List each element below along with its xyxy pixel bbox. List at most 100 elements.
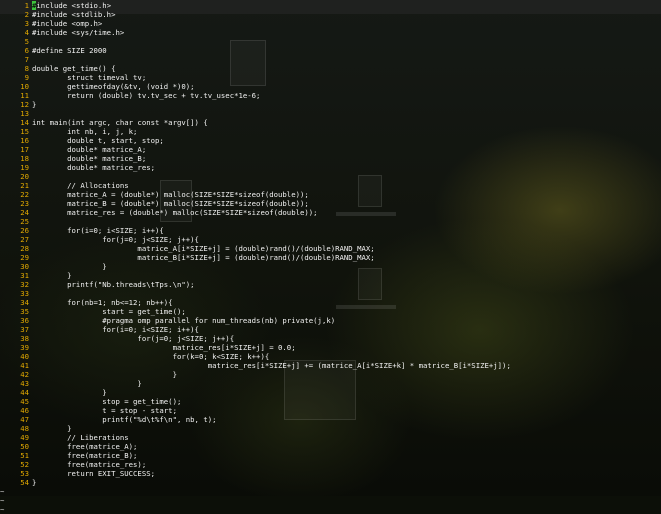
code-line[interactable]: 49 // Liberations bbox=[0, 433, 661, 442]
code-text[interactable]: return (double) tv.tv_sec + tv.tv_usec*1… bbox=[32, 91, 260, 100]
code-text[interactable]: #include <sys/time.h> bbox=[32, 28, 124, 37]
code-line[interactable]: 38 for(j=0; j<SIZE; j++){ bbox=[0, 334, 661, 343]
code-line[interactable]: 51 free(matrice_B); bbox=[0, 451, 661, 460]
code-text[interactable]: for(i=0; i<SIZE; i++){ bbox=[32, 226, 164, 235]
code-line[interactable]: 45 stop = get_time(); bbox=[0, 397, 661, 406]
code-text[interactable]: } bbox=[32, 262, 106, 271]
code-line[interactable]: 13 bbox=[0, 109, 661, 118]
code-text[interactable]: matrice_A[i*SIZE+j] = (double)rand()/(do… bbox=[32, 244, 374, 253]
code-line[interactable]: 31 } bbox=[0, 271, 661, 280]
code-line[interactable]: 53 return EXIT_SUCCESS; bbox=[0, 469, 661, 478]
code-line[interactable]: 27 for(j=0; j<SIZE; j++){ bbox=[0, 235, 661, 244]
code-line[interactable]: 3 #include <omp.h> bbox=[0, 19, 661, 28]
code-line[interactable]: 9 struct timeval tv; bbox=[0, 73, 661, 82]
code-line[interactable]: 40 for(k=0; k<SIZE; k++){ bbox=[0, 352, 661, 361]
code-text[interactable]: matrice_B[i*SIZE+j] = (double)rand()/(do… bbox=[32, 253, 374, 262]
code-text[interactable]: double* matrice_B; bbox=[32, 154, 146, 163]
code-text[interactable]: for(i=0; i<SIZE; i++){ bbox=[32, 325, 199, 334]
code-line[interactable]: 6 #define SIZE 2000 bbox=[0, 46, 661, 55]
code-line[interactable]: 29 matrice_B[i*SIZE+j] = (double)rand()/… bbox=[0, 253, 661, 262]
code-line[interactable]: 54} bbox=[0, 478, 661, 487]
code-text[interactable]: } bbox=[32, 370, 177, 379]
code-line[interactable]: 34 for(nb=1; nb<=12; nb++){ bbox=[0, 298, 661, 307]
code-line[interactable]: 23 matrice_B = (double*) malloc(SIZE*SIZ… bbox=[0, 199, 661, 208]
code-line[interactable]: 10 gettimeofday(&tv, (void *)0); bbox=[0, 82, 661, 91]
code-line[interactable]: 21 // Allocations bbox=[0, 181, 661, 190]
code-line[interactable]: 14 int main(int argc, char const *argv[])… bbox=[0, 118, 661, 127]
code-line[interactable]: 37 for(i=0; i<SIZE; i++){ bbox=[0, 325, 661, 334]
code-text[interactable]: // Liberations bbox=[32, 433, 129, 442]
code-line[interactable]: 47 printf("%d\t%f\n", nb, t); bbox=[0, 415, 661, 424]
code-text[interactable]: return EXIT_SUCCESS; bbox=[32, 469, 155, 478]
code-text[interactable]: int main(int argc, char const *argv[]) { bbox=[32, 118, 208, 127]
code-text[interactable]: printf("%d\t%f\n", nb, t); bbox=[32, 415, 216, 424]
code-text[interactable]: printf("Nb.threads\tTps.\n"); bbox=[32, 280, 194, 289]
code-line[interactable]: 8 double get_time() { bbox=[0, 64, 661, 73]
code-text[interactable]: double t, start, stop; bbox=[32, 136, 164, 145]
code-line[interactable]: 5 bbox=[0, 37, 661, 46]
code-line[interactable]: 44 } bbox=[0, 388, 661, 397]
vim-terminal-editor[interactable]: 1 #include <stdio.h> 2 #include <stdlib.h> 3… bbox=[0, 1, 661, 514]
code-text[interactable]: int nb, i, j, k; bbox=[32, 127, 137, 136]
code-line[interactable]: 7 bbox=[0, 55, 661, 64]
code-text[interactable]: stop = get_time(); bbox=[32, 397, 181, 406]
code-text[interactable]: matrice_B = (double*) malloc(SIZE*SIZE*s… bbox=[32, 199, 309, 208]
code-text[interactable]: for(nb=1; nb<=12; nb++){ bbox=[32, 298, 172, 307]
code-line[interactable]: 28 matrice_A[i*SIZE+j] = (double)rand()/… bbox=[0, 244, 661, 253]
code-line[interactable]: 12} bbox=[0, 100, 661, 109]
code-text[interactable]: } bbox=[32, 388, 106, 397]
code-text[interactable]: double* matrice_A; bbox=[32, 145, 146, 154]
code-text[interactable]: #include <stdlib.h> bbox=[32, 10, 115, 19]
code-line[interactable]: 39 matrice_res[i*SIZE+j] = 0.0; bbox=[0, 343, 661, 352]
code-line[interactable]: 50 free(matrice_A); bbox=[0, 442, 661, 451]
code-line[interactable]: 35 start = get_time(); bbox=[0, 307, 661, 316]
code-text[interactable]: #include <stdio.h> bbox=[32, 1, 111, 10]
code-line[interactable]: 4 #include <sys/time.h> bbox=[0, 28, 661, 37]
code-line[interactable]: 17 double* matrice_A; bbox=[0, 145, 661, 154]
code-text[interactable]: } bbox=[32, 478, 36, 487]
code-line[interactable]: 33 bbox=[0, 289, 661, 298]
code-text[interactable]: #include <omp.h> bbox=[32, 19, 102, 28]
code-text[interactable]: for(k=0; k<SIZE; k++){ bbox=[32, 352, 270, 361]
code-text[interactable]: #define SIZE 2000 bbox=[32, 46, 107, 55]
code-line[interactable]: 15 int nb, i, j, k; bbox=[0, 127, 661, 136]
code-text[interactable]: matrice_A = (double*) malloc(SIZE*SIZE*s… bbox=[32, 190, 309, 199]
code-text[interactable]: gettimeofday(&tv, (void *)0); bbox=[32, 82, 194, 91]
code-text[interactable]: for(j=0; j<SIZE; j++){ bbox=[32, 235, 199, 244]
code-line[interactable]: 19 double* matrice_res; bbox=[0, 163, 661, 172]
code-line[interactable]: 30 } bbox=[0, 262, 661, 271]
code-text[interactable]: double* matrice_res; bbox=[32, 163, 155, 172]
code-line[interactable]: 42 } bbox=[0, 370, 661, 379]
code-text[interactable]: matrice_res[i*SIZE+j] += (matrice_A[i*SI… bbox=[32, 361, 511, 370]
code-text[interactable]: start = get_time(); bbox=[32, 307, 185, 316]
code-text[interactable]: free(matrice_res); bbox=[32, 460, 146, 469]
code-line[interactable]: 2 #include <stdlib.h> bbox=[0, 10, 661, 19]
code-line[interactable]: 52 free(matrice_res); bbox=[0, 460, 661, 469]
code-text[interactable]: } bbox=[32, 100, 36, 109]
code-text[interactable]: matrice_res[i*SIZE+j] = 0.0; bbox=[32, 343, 296, 352]
code-line[interactable]: 22 matrice_A = (double*) malloc(SIZE*SIZ… bbox=[0, 190, 661, 199]
code-text[interactable]: } bbox=[32, 271, 71, 280]
code-line[interactable]: 46 t = stop - start; bbox=[0, 406, 661, 415]
code-text[interactable]: t = stop - start; bbox=[32, 406, 177, 415]
code-text[interactable]: // Allocations bbox=[32, 181, 129, 190]
code-line[interactable]: 48 } bbox=[0, 424, 661, 433]
code-line[interactable]: 11 return (double) tv.tv_sec + tv.tv_use… bbox=[0, 91, 661, 100]
code-line[interactable]: 24 matrice_res = (double*) malloc(SIZE*S… bbox=[0, 208, 661, 217]
code-text[interactable]: struct timeval tv; bbox=[32, 73, 146, 82]
code-text[interactable]: #pragma omp parallel for num_threads(nb)… bbox=[32, 316, 335, 325]
code-line[interactable]: 32 printf("Nb.threads\tTps.\n"); bbox=[0, 280, 661, 289]
code-line[interactable]: 16 double t, start, stop; bbox=[0, 136, 661, 145]
code-text[interactable]: } bbox=[32, 424, 71, 433]
code-text[interactable]: double get_time() { bbox=[32, 64, 115, 73]
code-line[interactable]: 1 #include <stdio.h> bbox=[0, 1, 661, 10]
code-line[interactable]: 41 matrice_res[i*SIZE+j] += (matrice_A[i… bbox=[0, 361, 661, 370]
code-line[interactable]: 25 bbox=[0, 217, 661, 226]
code-line[interactable]: 26 for(i=0; i<SIZE; i++){ bbox=[0, 226, 661, 235]
code-line[interactable]: 43 } bbox=[0, 379, 661, 388]
code-text[interactable]: for(j=0; j<SIZE; j++){ bbox=[32, 334, 234, 343]
code-line[interactable]: 36 #pragma omp parallel for num_threads(… bbox=[0, 316, 661, 325]
code-text[interactable]: matrice_res = (double*) malloc(SIZE*SIZE… bbox=[32, 208, 317, 217]
code-line[interactable]: 18 double* matrice_B; bbox=[0, 154, 661, 163]
code-text[interactable]: free(matrice_B); bbox=[32, 451, 137, 460]
